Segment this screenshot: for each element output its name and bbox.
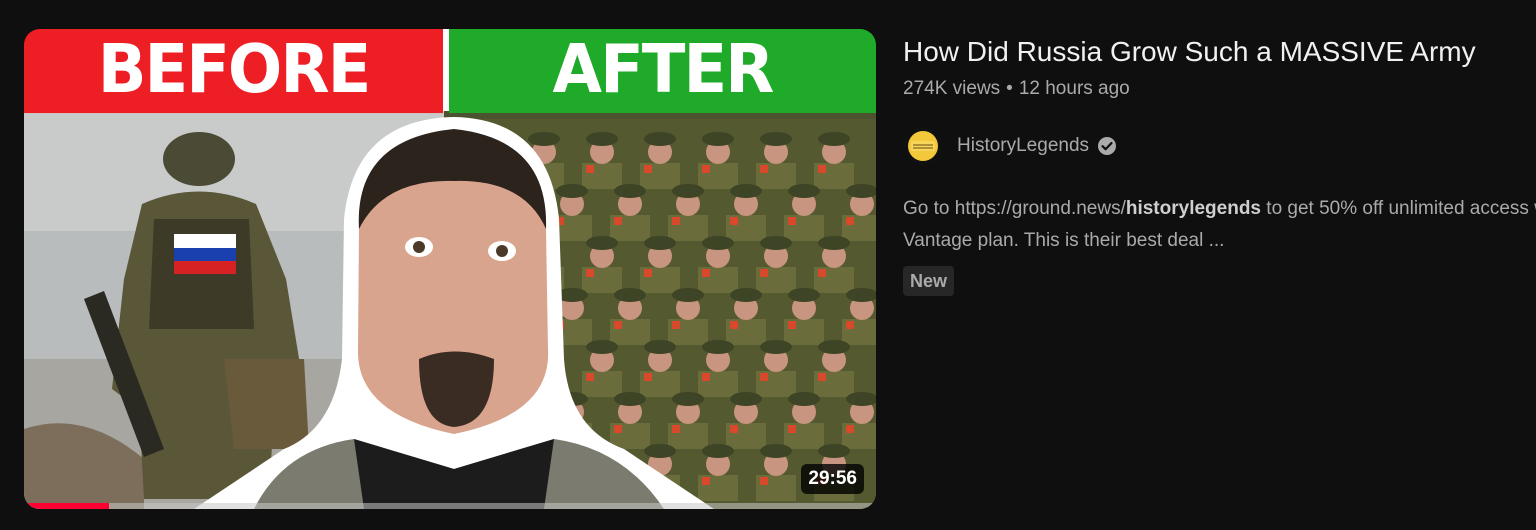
watch-progress-fill — [24, 503, 110, 509]
description-line-2: Vantage plan. This is their best deal ..… — [903, 230, 1225, 251]
channel-avatar[interactable] — [903, 126, 943, 166]
meta-separator: • — [1006, 78, 1013, 99]
video-thumbnail[interactable]: BEFORE AFTER 29:56 — [24, 29, 876, 509]
channel-name[interactable]: HistoryLegends — [957, 135, 1089, 157]
video-title[interactable]: How Did Russia Grow Such a MASSIVE Army — [903, 33, 1476, 71]
verified-check-icon — [1098, 137, 1117, 155]
video-description-snippet: Go to https://ground.news/historylegends… — [903, 193, 1536, 257]
banner-before: BEFORE — [24, 29, 443, 114]
channel-info[interactable]: HistoryLegends — [903, 125, 1117, 167]
watch-progress-track — [24, 503, 876, 509]
view-count: 274K views — [903, 78, 1001, 99]
new-badge: New — [903, 266, 955, 296]
upload-age: 12 hours ago — [1018, 78, 1130, 99]
video-metadata: 274K views • 12 hours ago — [903, 77, 1130, 101]
banner-after: AFTER — [449, 29, 876, 114]
description-highlight: historylegends — [1125, 198, 1262, 219]
description-text-suffix: to get 50% off unlimited access with the — [1266, 198, 1536, 219]
description-text-prefix: Go to https://ground.news/ — [903, 198, 1126, 219]
duration-badge: 29:56 — [801, 464, 864, 494]
channel-logo-icon — [903, 126, 943, 166]
video-result-row[interactable]: BEFORE AFTER 29:56 How Did Russia Grow S… — [0, 0, 1536, 530]
